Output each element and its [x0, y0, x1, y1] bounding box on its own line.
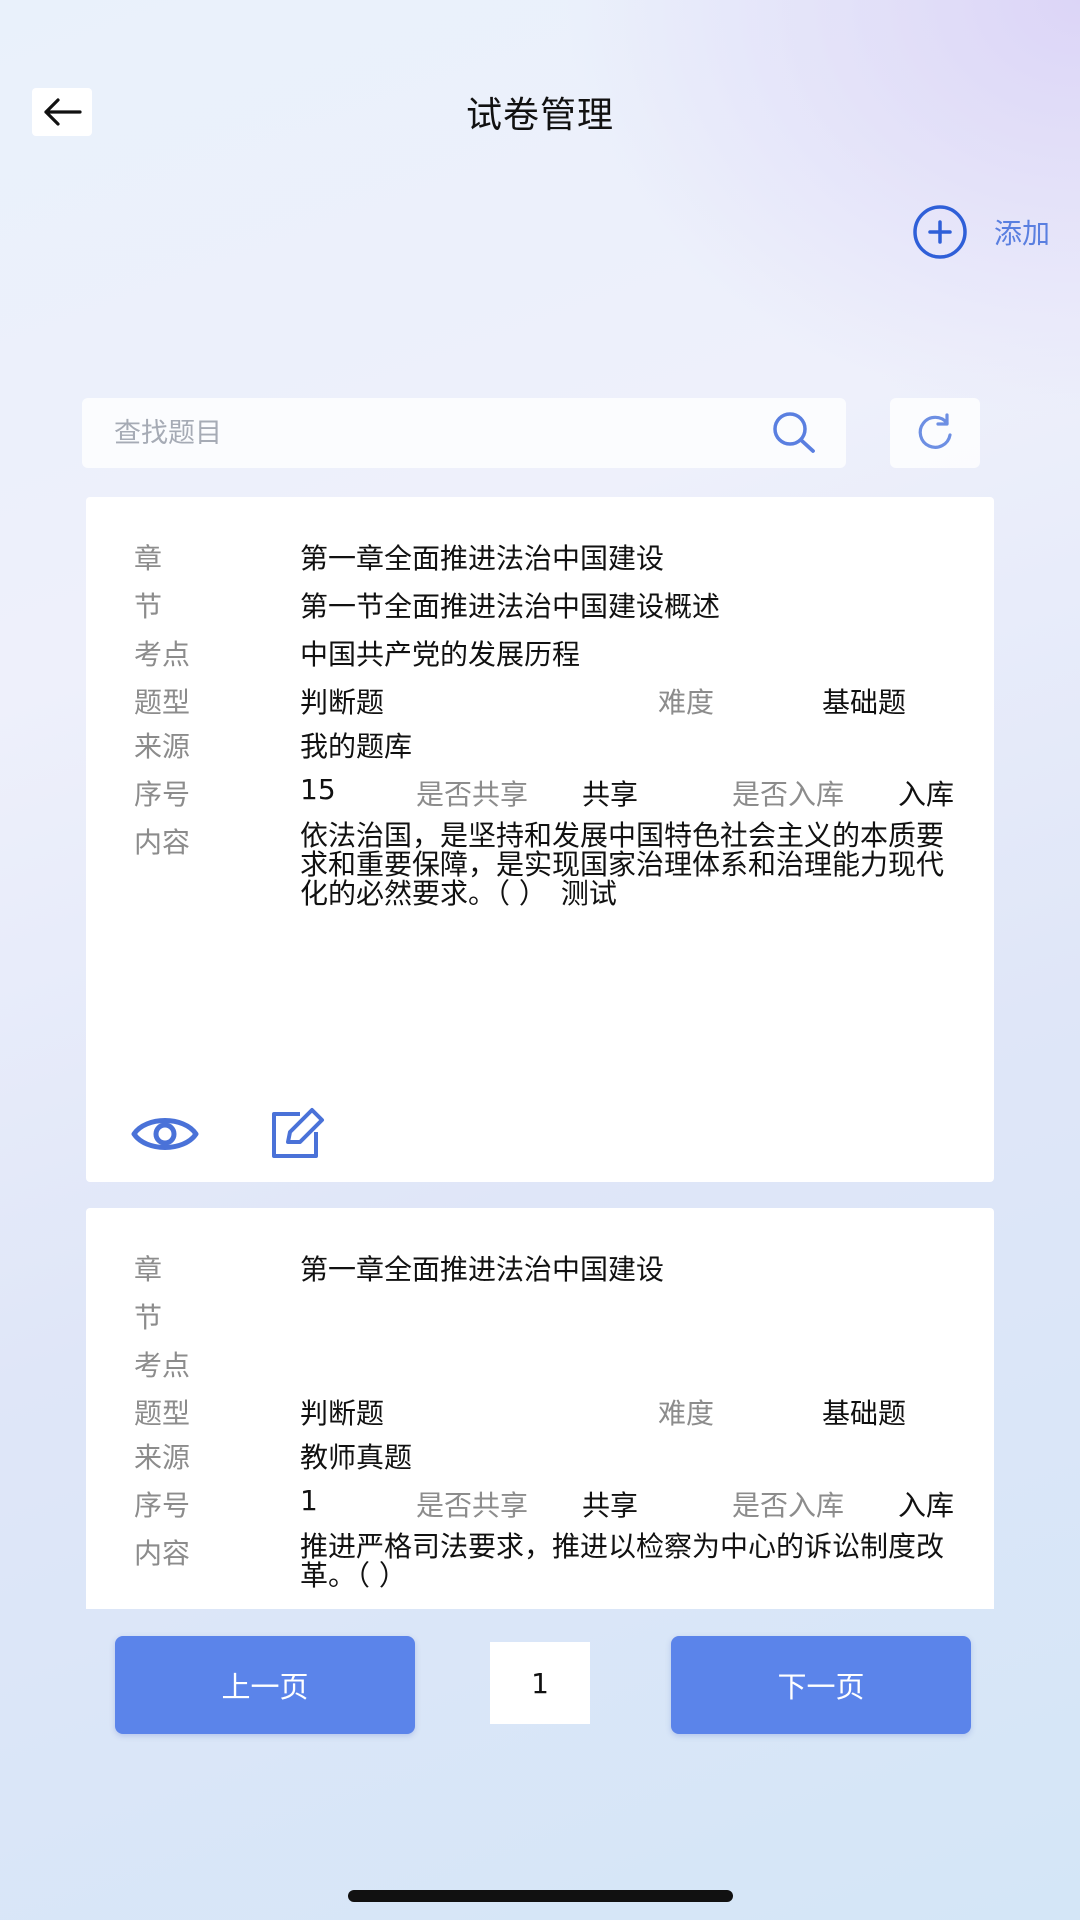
section-label: 节 — [134, 1301, 163, 1334]
section-label: 节 — [134, 590, 163, 623]
point-label: 考点 — [134, 638, 191, 671]
seq-value: 15 — [300, 773, 336, 806]
chapter-value: 第一章全面推进法治中国建设 — [300, 1253, 665, 1286]
add-button[interactable]: 添加 — [912, 204, 1050, 260]
card-actions — [130, 1106, 330, 1162]
search-bar — [82, 398, 846, 468]
seq-label: 序号 — [134, 778, 191, 811]
source-value: 教师真题 — [300, 1441, 413, 1474]
seq-row: 序号 15 是否共享 共享 是否入库 入库 — [86, 773, 994, 821]
source-row: 来源 我的题库 — [86, 725, 994, 773]
plus-circle-icon — [913, 205, 967, 259]
chapter-label: 章 — [134, 1253, 163, 1286]
section-row: 节 — [86, 1296, 994, 1344]
edit-button[interactable] — [266, 1106, 330, 1162]
point-row: 考点 — [86, 1344, 994, 1392]
shared-label: 是否共享 — [416, 778, 529, 811]
difficulty-label: 难度 — [658, 1397, 715, 1430]
difficulty-value: 基础题 — [822, 686, 907, 719]
refresh-icon — [918, 413, 952, 449]
point-row: 考点 中国共产党的发展历程 — [86, 633, 994, 681]
seq-label: 序号 — [134, 1489, 191, 1522]
content-label: 内容 — [134, 1537, 191, 1570]
seq-row: 序号 1 是否共享 共享 是否入库 入库 — [86, 1484, 994, 1532]
content-value: 推进严格司法要求，推进以检察为中心的诉讼制度改革。（ ） — [300, 1530, 945, 1592]
stored-label: 是否入库 — [732, 778, 845, 811]
section-row: 节 第一节全面推进法治中国建设概述 — [86, 585, 994, 633]
search-icon[interactable] — [770, 409, 818, 457]
source-label: 来源 — [134, 730, 191, 763]
stored-value: 入库 — [898, 778, 955, 811]
type-value: 判断题 — [300, 1397, 385, 1430]
point-label: 考点 — [134, 1349, 191, 1382]
home-indicator — [348, 1890, 733, 1902]
shared-value: 共享 — [582, 1489, 639, 1522]
prev-page-button[interactable]: 上一页 — [115, 1636, 415, 1734]
difficulty-value: 基础题 — [822, 1397, 907, 1430]
content-label: 内容 — [134, 826, 191, 859]
shared-label: 是否共享 — [416, 1489, 529, 1522]
question-list[interactable]: 章 第一章全面推进法治中国建设 节 第一节全面推进法治中国建设概述 考点 中国共… — [86, 497, 994, 1609]
question-card: 章 第一章全面推进法治中国建设 节 考点 题型 判断题 难度 基础题 来源 教师… — [86, 1208, 994, 1609]
chapter-row: 章 第一章全面推进法治中国建设 — [86, 537, 994, 585]
search-input[interactable] — [112, 416, 770, 450]
type-label: 题型 — [134, 686, 191, 719]
next-page-button[interactable]: 下一页 — [671, 1636, 971, 1734]
pagination: 上一页 1 下一页 — [0, 1636, 1080, 1734]
refresh-button[interactable] — [890, 398, 980, 468]
type-row: 题型 判断题 难度 基础题 — [86, 1392, 994, 1436]
shared-value: 共享 — [582, 778, 639, 811]
add-label: 添加 — [993, 217, 1050, 250]
chapter-value: 第一章全面推进法治中国建设 — [300, 542, 665, 575]
difficulty-label: 难度 — [658, 686, 715, 719]
source-value: 我的题库 — [300, 730, 413, 763]
point-value: 中国共产党的发展历程 — [300, 638, 581, 671]
stored-value: 入库 — [898, 1489, 955, 1522]
type-label: 题型 — [134, 1397, 191, 1430]
source-row: 来源 教师真题 — [86, 1436, 994, 1484]
eye-icon — [131, 1118, 199, 1150]
chapter-row: 章 第一章全面推进法治中国建设 — [86, 1248, 994, 1296]
content-value: 依法治国，是坚持和发展中国特色社会主义的本质要求和重要保障，是实现国家治理体系和… — [300, 819, 945, 910]
page-title: 试卷管理 — [465, 95, 614, 136]
type-value: 判断题 — [300, 686, 385, 719]
question-card: 章 第一章全面推进法治中国建设 节 第一节全面推进法治中国建设概述 考点 中国共… — [86, 497, 994, 1182]
seq-value: 1 — [300, 1484, 318, 1517]
stored-label: 是否入库 — [732, 1489, 845, 1522]
edit-icon — [272, 1108, 324, 1158]
chapter-label: 章 — [134, 542, 163, 575]
view-button[interactable] — [130, 1110, 200, 1158]
current-page-number: 1 — [490, 1642, 590, 1724]
type-row: 题型 判断题 难度 基础题 — [86, 681, 994, 725]
section-value: 第一节全面推进法治中国建设概述 — [300, 590, 721, 623]
source-label: 来源 — [134, 1441, 191, 1474]
